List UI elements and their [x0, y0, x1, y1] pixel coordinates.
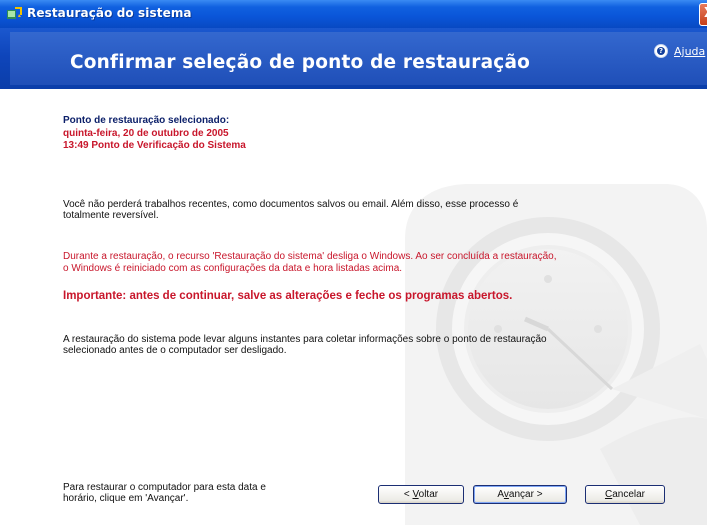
next-button[interactable]: Avançar >: [473, 485, 567, 504]
important-notice: Importante: antes de continuar, salve as…: [63, 290, 513, 302]
header-panel: Confirmar seleção de ponto de restauraçã…: [10, 32, 707, 85]
back-button-arrow: <: [403, 489, 413, 500]
clock-watermark-icon: [405, 184, 707, 525]
cancel-button-label: ancelar: [612, 489, 646, 500]
selected-point-detail: 13:49 Ponto de Verificação do Sistema: [63, 140, 246, 151]
back-button-label: oltar: [418, 489, 439, 500]
system-restore-app-icon: [7, 7, 22, 19]
info-text-line2: totalmente reversível.: [63, 210, 159, 221]
back-button[interactable]: < Voltar: [378, 485, 464, 504]
next-button-label: ançar >: [508, 489, 543, 500]
selected-point-label: Ponto de restauração selecionado:: [63, 115, 230, 126]
window-title: Restauração do sistema: [27, 6, 192, 20]
cancel-button[interactable]: Cancelar: [585, 485, 665, 504]
selected-point-date: quinta-feira, 20 de outubro de 2005: [63, 128, 229, 139]
warning-text-line2: o Windows é reiniciado com as configuraç…: [63, 263, 403, 274]
page-title: Confirmar seleção de ponto de restauraçã…: [70, 52, 531, 73]
title-bar[interactable]: Restauração do sistema X: [0, 0, 707, 28]
main-content: Ponto de restauração selecionado: quinta…: [0, 89, 707, 525]
footer-hint-line2: horário, clique em 'Avançar'.: [63, 493, 189, 504]
close-button[interactable]: X: [699, 3, 707, 26]
help-icon[interactable]: ?: [654, 44, 668, 58]
header-band: Confirmar seleção de ponto de restauraçã…: [0, 28, 707, 89]
warning-text-line1: Durante a restauração, o recurso 'Restau…: [63, 251, 557, 262]
system-restore-window: Restauração do sistema X Confirmar seleç…: [0, 0, 707, 525]
duration-text-line2: selecionado antes de o computador ser de…: [63, 345, 287, 356]
help-link[interactable]: Ajuda: [674, 45, 705, 58]
